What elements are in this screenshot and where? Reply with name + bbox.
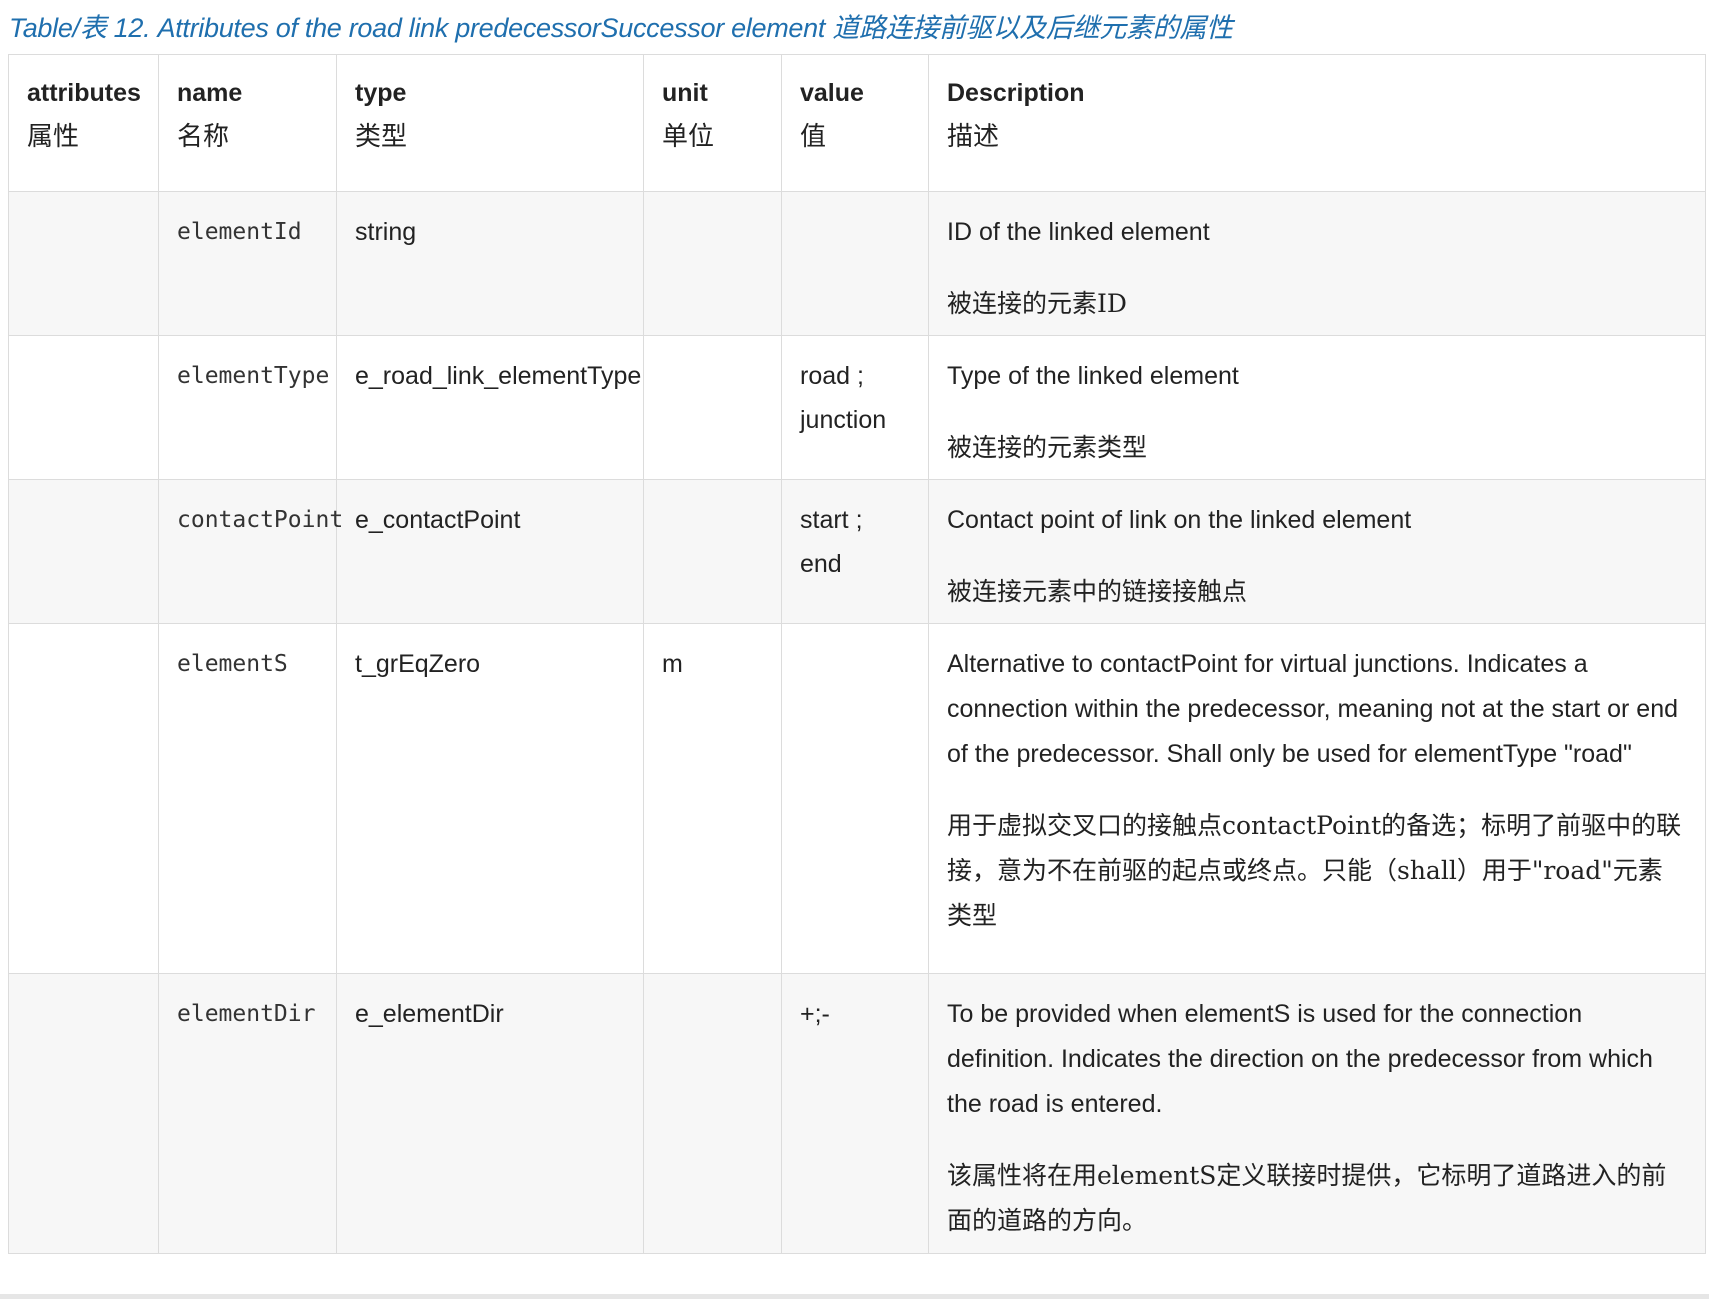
cell-type: e_contactPoint [336,479,644,624]
cell-description: To be provided when elementS is used for… [928,973,1706,1254]
description-en: Contact point of link on the linked elem… [947,506,1412,534]
cell-value: road ; junction [781,335,929,480]
header-type: type 类型 [336,54,644,192]
header-unit: unit 单位 [643,54,782,192]
cell-name: elementType [158,335,337,480]
cell-value [781,623,929,974]
cell-description: ID of the linked element 被连接的元素ID [928,191,1706,336]
cell-value: start ; end [781,479,929,624]
cell-unit [643,479,782,624]
description-zh: 被连接的元素类型 [947,433,1148,462]
bottom-divider [0,1294,1709,1299]
cell-unit: m [643,623,782,974]
cell-name: elementS [158,623,337,974]
cell-type: t_grEqZero [336,623,644,974]
table-row: elementDir e_elementDir +;- To be provid… [8,973,1706,1254]
cell-attributes [8,623,159,974]
cell-unit [643,973,782,1254]
cell-name: elementDir [158,973,337,1254]
header-description: Description 描述 [928,54,1706,192]
cell-attributes [8,973,159,1254]
cell-description: Type of the linked element 被连接的元素类型 [928,335,1706,480]
table-row: contactPoint e_contactPoint start ; end … [8,479,1706,624]
cell-attributes [8,335,159,480]
cell-attributes [8,191,159,336]
cell-description: Contact point of link on the linked elem… [928,479,1706,624]
cell-value [781,191,929,336]
cell-description: Alternative to contactPoint for virtual … [928,623,1706,974]
description-zh: 该属性将在用elementS定义联接时提供，它标明了道路进入的前面的道路的方向。 [947,1161,1667,1235]
description-en: Type of the linked element [947,362,1239,390]
cell-unit [643,335,782,480]
description-en: To be provided when elementS is used for… [947,1000,1653,1118]
description-zh: 被连接的元素ID [947,289,1127,318]
table-row: elementS t_grEqZero m Alternative to con… [8,623,1706,974]
cell-name: elementId [158,191,337,336]
cell-value: +;- [781,973,929,1254]
header-name: name 名称 [158,54,337,192]
table-header-row: attributes 属性 name 名称 type 类型 unit 单位 value 值… [8,54,1706,192]
table-row: elementId string ID of the linked elemen… [8,191,1706,336]
cell-type: e_road_link_elementType [336,335,644,480]
cell-name: contactPoint [158,479,343,624]
description-en: Alternative to contactPoint for virtual … [947,650,1679,768]
header-value: value 值 [781,54,929,192]
table-row: elementType e_road_link_elementType road… [8,335,1706,480]
description-zh: 被连接元素中的链接接触点 [947,577,1248,606]
cell-type: string [336,191,644,336]
description-en: ID of the linked element [947,218,1210,246]
cell-attributes [8,479,159,624]
cell-unit [643,191,782,336]
attributes-table: attributes 属性 name 名称 type 类型 unit 单位 value 值… [8,54,1706,1254]
cell-type: e_elementDir [336,973,644,1254]
description-zh: 用于虚拟交叉口的接触点contactPoint的备选；标明了前驱中的联接，意为不… [947,811,1682,930]
header-attributes: attributes 属性 [8,54,159,192]
table-caption: Table/表 12. Attributes of the road link … [9,13,1233,43]
